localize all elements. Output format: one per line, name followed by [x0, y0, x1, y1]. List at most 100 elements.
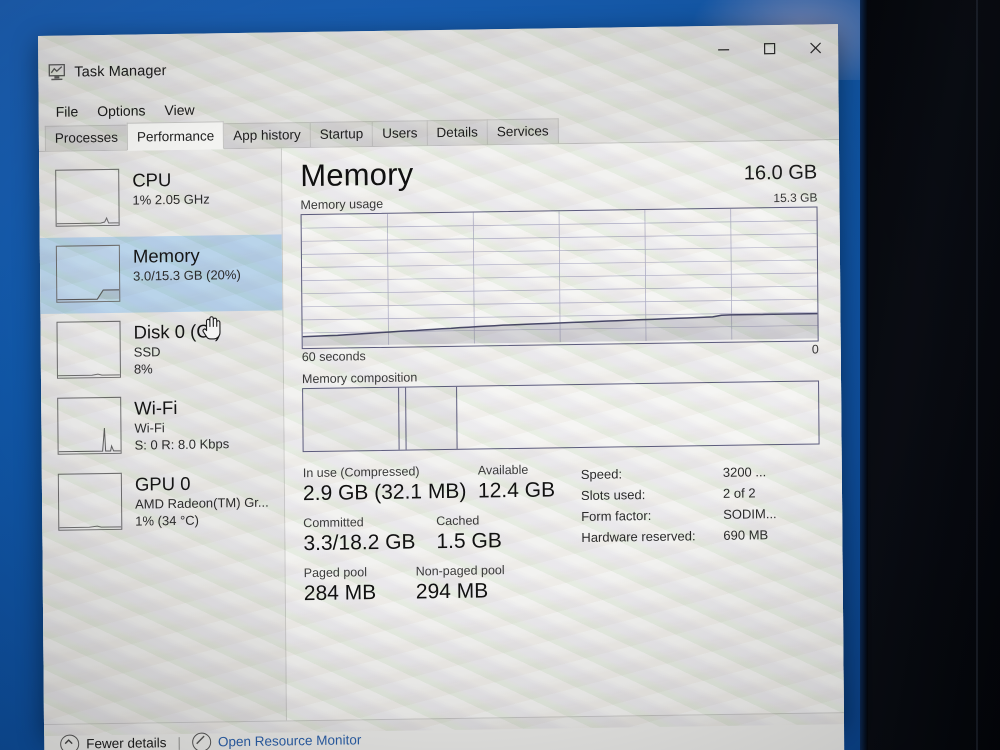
page-title: Memory [300, 156, 414, 194]
stat-row-pools: Paged pool 284 MB Non-paged pool 294 MB [304, 562, 582, 607]
fewer-details-button[interactable]: Fewer details [60, 733, 167, 750]
bezel-seam [976, 0, 978, 750]
sidebar-sub-wifi-rate: S: 0 R: 8.0 Kbps [134, 436, 230, 453]
stat-cached: Cached 1.5 GB [436, 513, 502, 555]
stat-key-slots-used: Slots used: [580, 487, 646, 503]
gpu-text: GPU 0 AMD Radeon(TM) Gr... 1% (34 °C) [135, 471, 269, 530]
sidebar-item-gpu0[interactable]: GPU 0 AMD Radeon(TM) Gr... 1% (34 °C) [42, 462, 285, 542]
menu-view[interactable]: View [157, 100, 201, 121]
stat-key-speed: Speed: [580, 466, 623, 482]
disk-text: Disk 0 (C:) SSD 8% [133, 319, 221, 377]
task-manager-icon [48, 63, 67, 81]
memory-header: Memory 16.0 GB [300, 150, 817, 194]
memory-text: Memory 3.0/15.3 GB (20%) [133, 243, 241, 285]
stat-available: Available 12.4 GB [478, 462, 555, 504]
stat-value-in-use: 2.9 GB (32.1 MB) [302, 479, 467, 506]
sidebar-item-cpu[interactable]: CPU 1% 2.05 GHz [39, 158, 282, 238]
sidebar-sub-gpu0-usage: 1% (34 °C) [135, 512, 200, 529]
performance-body: CPU 1% 2.05 GHz Memory 3.0/15.3 GB (20%) [39, 140, 844, 724]
tab-startup[interactable]: Startup [309, 121, 374, 147]
stat-in-use: In use (Compressed) 2.9 GB (32.1 MB) [303, 464, 478, 508]
task-manager-window: Task Manager File Options View Processes… [38, 24, 845, 750]
tab-users[interactable]: Users [372, 120, 428, 147]
memory-usage-graph[interactable] [300, 206, 819, 350]
sidebar-label-cpu: CPU [132, 169, 172, 191]
total-memory-value: 16.0 GB [743, 161, 818, 185]
disk-thumbnail-graph [56, 320, 121, 379]
graph-title: Memory usage [300, 196, 384, 213]
tab-details[interactable]: Details [426, 119, 488, 146]
bezel-edge [860, 0, 868, 750]
minimize-button[interactable] [700, 25, 746, 72]
memory-usage-graph-block: Memory usage 15.3 GB 60 seconds 0 [300, 190, 818, 364]
wifi-text: Wi-Fi Wi-Fi S: 0 R: 8.0 Kbps [134, 395, 229, 453]
gpu-thumbnail-graph [57, 472, 123, 531]
stat-value-hardware-reserved: 690 MB [723, 527, 769, 543]
stat-key-form-factor: Form factor: [581, 507, 652, 524]
window-controls [700, 24, 838, 72]
tab-performance[interactable]: Performance [126, 121, 225, 151]
tab-processes[interactable]: Processes [44, 124, 129, 151]
sidebar-label-disk0: Disk 0 (C:) [133, 320, 222, 343]
stat-value-form-factor: SODIM... [723, 506, 777, 522]
memory-composition-bar[interactable] [302, 380, 820, 453]
open-resource-monitor-label: Open Resource Monitor [217, 731, 362, 749]
wifi-thumbnail-graph [57, 396, 122, 455]
stat-value-available: 12.4 GB [477, 478, 556, 503]
maximize-button[interactable] [746, 25, 792, 72]
window-title: Task Manager [74, 62, 167, 80]
graph-max-value: 15.3 GB [773, 190, 818, 206]
memory-detail-panel: Memory 16.0 GB Memory usage 15.3 GB 60 s… [281, 140, 844, 721]
footer-separator: | [177, 734, 182, 750]
sidebar-item-memory[interactable]: Memory 3.0/15.3 GB (20%) [39, 234, 283, 314]
sidebar-sub-disk0-usage: 8% [133, 361, 153, 377]
composition-segment-free [457, 381, 818, 448]
memory-stats: In use (Compressed) 2.9 GB (32.1 MB) Ava… [303, 458, 821, 616]
stat-value-non-paged-pool: 294 MB [415, 579, 489, 604]
stat-value-committed: 3.3/18.2 GB [303, 530, 416, 556]
sidebar-item-disk0[interactable]: Disk 0 (C:) SSD 8% [40, 310, 283, 390]
open-resource-monitor-button[interactable]: Open Resource Monitor [191, 730, 362, 750]
resource-sidebar: CPU 1% 2.05 GHz Memory 3.0/15.3 GB (20%) [39, 148, 287, 724]
stat-value-cached: 1.5 GB [436, 529, 502, 554]
stat-label-paged-pool: Paged pool [303, 565, 368, 581]
stat-value-speed: 3200 ... [722, 464, 767, 480]
screen-photo: Task Manager File Options View Processes… [0, 0, 1000, 750]
fewer-details-label: Fewer details [86, 734, 167, 750]
chevron-up-icon [60, 733, 80, 750]
sidebar-sub-cpu: 1% 2.05 GHz [132, 191, 210, 208]
close-button[interactable] [792, 24, 838, 71]
stat-label-available: Available [477, 462, 529, 478]
sidebar-sub-gpu0-model: AMD Radeon(TM) Gr... [135, 494, 269, 512]
stat-committed: Committed 3.3/18.2 GB [303, 514, 436, 557]
sidebar-label-memory: Memory [132, 244, 200, 267]
app-identity: Task Manager [48, 62, 167, 81]
memory-stats-right: Speed: 3200 ... Slots used: 2 of 2 Form … [581, 458, 821, 612]
sidebar-sub-wifi-type: Wi-Fi [134, 420, 165, 436]
tab-app-history[interactable]: App history [223, 121, 311, 149]
sidebar-sub-disk0-type: SSD [133, 344, 161, 360]
stat-paged-pool: Paged pool 284 MB [304, 564, 416, 607]
memory-stats-left: In use (Compressed) 2.9 GB (32.1 MB) Ava… [303, 462, 582, 616]
sidebar-label-wifi: Wi-Fi [134, 396, 178, 419]
stat-label-cached: Cached [436, 513, 480, 529]
stat-value-slots-used: 2 of 2 [722, 485, 756, 501]
title-bar: Task Manager [38, 24, 839, 100]
stat-row-committed: Committed 3.3/18.2 GB Cached 1.5 GB [303, 512, 581, 557]
resource-monitor-icon [191, 732, 212, 750]
menu-file[interactable]: File [49, 101, 86, 122]
cpu-text: CPU 1% 2.05 GHz [132, 167, 210, 208]
sidebar-item-wifi[interactable]: Wi-Fi Wi-Fi S: 0 R: 8.0 Kbps [41, 386, 284, 466]
stat-label-non-paged-pool: Non-paged pool [415, 563, 505, 579]
sidebar-label-gpu0: GPU 0 [134, 472, 191, 495]
memory-thumbnail-graph [55, 244, 121, 303]
stat-key-hardware-reserved: Hardware reserved: [581, 528, 696, 545]
sidebar-sub-memory: 3.0/15.3 GB (20%) [133, 267, 241, 284]
composition-segment-standby [405, 386, 458, 450]
stat-value-paged-pool: 284 MB [303, 581, 377, 606]
stat-hardware-reserved: Hardware reserved: 690 MB [581, 523, 820, 548]
tab-services[interactable]: Services [486, 118, 559, 145]
menu-options[interactable]: Options [90, 100, 152, 121]
composition-segment-in-use [303, 387, 400, 452]
monitor-bezel [860, 0, 1000, 750]
